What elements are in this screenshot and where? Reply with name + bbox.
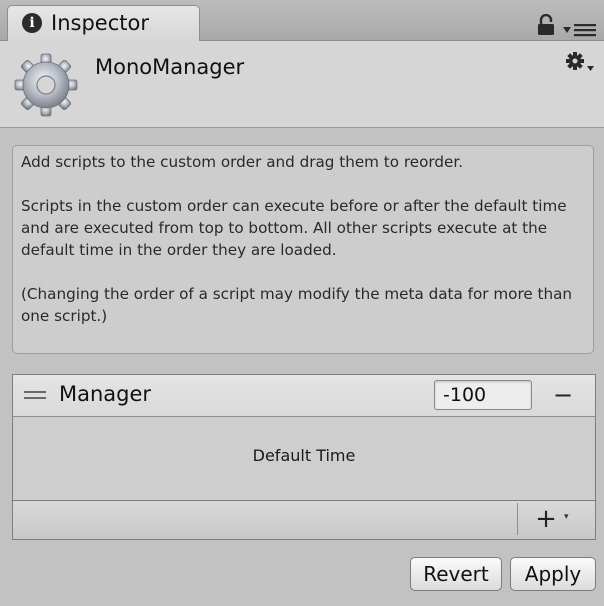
tab-label: Inspector — [51, 11, 149, 35]
help-text: (Changing the order of a script may modi… — [21, 285, 573, 325]
add-script-button[interactable]: + — [531, 505, 561, 535]
settings-icon[interactable] — [565, 51, 595, 75]
divider — [517, 503, 518, 535]
help-box: Add scripts to the custom order and drag… — [12, 145, 594, 354]
default-time-label: Default Time — [252, 446, 356, 465]
tab-inspector[interactable]: i Inspector — [7, 5, 200, 41]
help-text: Scripts in the custom order can execute … — [21, 197, 567, 259]
component-title: MonoManager — [95, 55, 245, 79]
revert-button[interactable]: Revert — [410, 557, 502, 591]
list-item[interactable]: Manager − — [13, 375, 595, 417]
list-footer: + ▾ — [13, 501, 595, 539]
execution-order-field[interactable] — [434, 380, 532, 410]
info-icon: i — [22, 13, 42, 33]
default-time-zone: Default Time — [13, 417, 595, 501]
chevron-down-icon[interactable]: ▾ — [564, 511, 576, 523]
inspector-header: MonoManager — [0, 41, 604, 128]
help-text: Add scripts to the custom order and drag… — [21, 153, 464, 171]
remove-script-button[interactable]: − — [548, 383, 578, 409]
panel-menu-icon[interactable] — [563, 23, 597, 37]
gear-icon — [14, 53, 78, 117]
drag-handle-icon[interactable] — [24, 388, 46, 402]
apply-button[interactable]: Apply — [510, 557, 596, 591]
tab-strip: i Inspector — [0, 0, 604, 41]
script-name: Manager — [59, 382, 152, 406]
script-order-list: Manager − Default Time + ▾ — [12, 374, 596, 540]
lock-icon[interactable] — [537, 14, 555, 36]
